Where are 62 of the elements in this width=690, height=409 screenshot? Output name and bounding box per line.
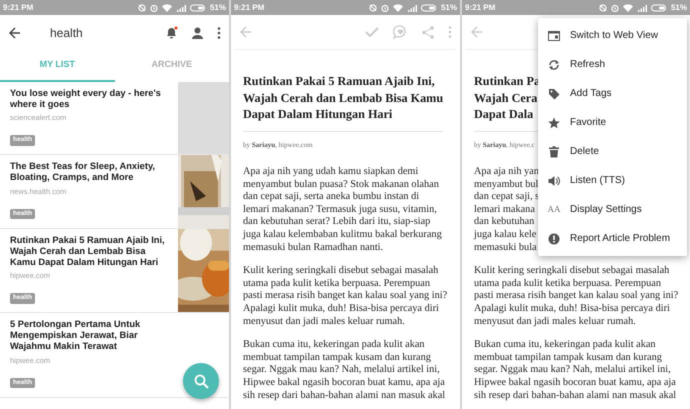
report-problem-icon [548,232,560,244]
article-paragraph: Bukan cuma itu, kekeringan pada kulit akan membuat tampilan tampak kusam dan kurang segar. Nggak mau kan? Nah, melalui artikel ini, Hipwee bakal ngasih bocoran buat kamu, apa aja sih resep dari bahan-bahan alami nan masuk akal [474,339,676,402]
heart-bubble-icon[interactable] [393,25,408,39]
menu-item[interactable]: Switch to Web View [538,21,687,50]
share-icon[interactable] [422,26,434,38]
signal-icon [176,4,186,12]
alarm-icon [380,4,389,12]
article-heading: Rutinkan Pakai 5 Ramuan Ajaib Ini, Wajah Cerah dan Lembab Bisa Kamu Dapat Dalam Hitungan Hari [243,73,444,132]
status-time: 9:21 PM [3,2,34,14]
battery-level: 51% [440,2,457,14]
menu-item[interactable]: Listen (TTS) [538,166,687,195]
status-time: 9:21 PM [234,2,264,14]
article-title: Rutinkan Pakai 5 Ramuan Ajaib Ini, Wajah Cerah dan Lembab Bisa Kamu Dapat Dalam Hitungan Hari [10,234,166,268]
article-paragraph: Apa aja nih yang udah kamu siapkan demi menyambut bulan puasa? Stok makanan olahan dan cepat saji, serta aneka bumbu instan di lemari makanan? Termasuk juga susu, vitamin, dan kebutuhan serat? Lebih dari itu, siap-siap juga kalau kelembaban kulitmu bakal berkurang memasuki bulan Ramadhan nanti. [243,166,442,254]
menu-label: Delete [570,145,599,159]
menu-label: Display Settings [570,203,642,217]
more-menu-icon[interactable] [217,26,221,38]
menu-item[interactable]: Add Tags [538,79,687,108]
back-arrow-icon[interactable] [8,26,22,40]
article-paragraph: Bukan cuma itu, kekeringan pada kulit akan membuat tampilan tampak kusam dan kurang segar. Nggak mau kan? Nah, melalui artikel ini, Hipwee bakal ngasih bocoran buat kamu, apa aja sih resep dari bahan-bahan alami nan masuk akal [243,339,446,402]
menu-label: Switch to Web View [570,29,658,43]
battery-level: 51% [670,2,687,14]
search-button[interactable] [183,363,219,399]
menu-item[interactable]: Refresh [538,50,687,79]
menu-label: Favorite [570,116,606,130]
article-title: You lose weight every day - here's where it goes [10,88,162,110]
profile-icon[interactable] [192,26,203,38]
battery-icon [650,4,667,12]
speaker-icon [548,174,560,186]
notification-bell-icon[interactable] [165,26,178,39]
toolbar-title: health [50,24,84,42]
battery-icon [190,4,206,12]
menu-item[interactable]: Favorite [538,108,687,137]
wifi-icon [162,4,172,12]
article-title: The Best Teas for Sleep, Anxiety, Bloating, Cramps, and More [10,161,156,184]
article-paragraph: Kulit kering seringkali disebut sebagai masalah utama pada kulit ketika berpuasa. Perempuan pasti merasa risih banget kan kalau soal yang ini? Apalagi kulit muka, duh! Bisa-bisa percaya diri menyusut dan jadi males keluar rumah. [474,265,678,328]
alarm-icon [150,4,158,12]
tag-icon [548,88,560,100]
status-time: 9:21 PM [465,2,496,14]
menu-label: Refresh [570,58,606,72]
battery-icon [420,4,437,12]
alarm-icon [610,4,619,12]
menu-label: Report Article Problem [570,232,670,246]
menu-item[interactable]: Report Article Problem [538,224,687,253]
trash-icon [548,146,560,158]
menu-label: Add Tags [570,87,612,101]
star-icon [548,116,560,128]
menu-label: Listen (TTS) [570,174,626,188]
refresh-icon [548,58,560,70]
signal-icon [406,4,417,12]
menu-item[interactable]: Delete [538,137,687,166]
search-icon [194,374,208,388]
article-paragraph: Kulit kering seringkali disebut sebagai masalah utama pada kulit ketika berpuasa. Perempuan pasti merasa risih banget kan kalau soal yang ini? Apalagi kulit muka, duh! Bisa-bisa percaya diri menyusut dan jadi males keluar rumah. [243,265,448,328]
signal-icon [636,4,647,12]
web-view-icon [548,30,560,42]
text-size-icon: AA [548,202,560,216]
checkmark-icon[interactable] [365,26,379,38]
menu-item[interactable]: AA Display Settings [538,195,687,224]
article-title: 5 Pertolongan Pertama Untuk Mengempiskan Jerawat, Biar Wajahmu Makin Terawat [10,319,142,353]
wifi-icon [622,4,633,12]
battery-level: 51% [210,2,226,14]
wifi-icon [392,4,403,12]
